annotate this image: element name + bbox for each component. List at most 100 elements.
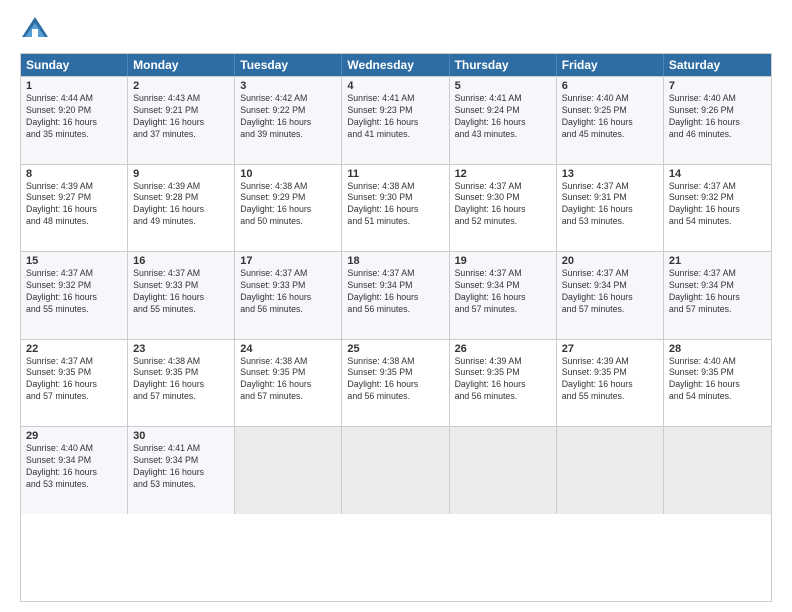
day-header-friday: Friday [557,54,664,76]
day-cell-26: 26Sunrise: 4:39 AM Sunset: 9:35 PM Dayli… [450,340,557,427]
day-number: 5 [455,80,551,92]
day-number: 28 [669,343,766,355]
calendar-row-1: 1Sunrise: 4:44 AM Sunset: 9:20 PM Daylig… [21,76,771,164]
calendar-row-4: 22Sunrise: 4:37 AM Sunset: 9:35 PM Dayli… [21,339,771,427]
day-number: 8 [26,168,122,180]
page: SundayMondayTuesdayWednesdayThursdayFrid… [0,0,792,612]
day-cell-18: 18Sunrise: 4:37 AM Sunset: 9:34 PM Dayli… [342,252,449,339]
day-cell-empty [664,427,771,514]
day-number: 17 [240,255,336,267]
day-cell-21: 21Sunrise: 4:37 AM Sunset: 9:34 PM Dayli… [664,252,771,339]
day-number: 10 [240,168,336,180]
day-info: Sunrise: 4:41 AM Sunset: 9:34 PM Dayligh… [133,443,229,491]
day-cell-24: 24Sunrise: 4:38 AM Sunset: 9:35 PM Dayli… [235,340,342,427]
day-number: 7 [669,80,766,92]
day-info: Sunrise: 4:37 AM Sunset: 9:34 PM Dayligh… [455,268,551,316]
day-number: 12 [455,168,551,180]
day-cell-22: 22Sunrise: 4:37 AM Sunset: 9:35 PM Dayli… [21,340,128,427]
day-cell-empty [557,427,664,514]
day-cell-5: 5Sunrise: 4:41 AM Sunset: 9:24 PM Daylig… [450,77,557,164]
day-cell-empty [342,427,449,514]
day-number: 11 [347,168,443,180]
day-info: Sunrise: 4:37 AM Sunset: 9:34 PM Dayligh… [669,268,766,316]
header [20,15,772,45]
day-number: 22 [26,343,122,355]
day-number: 1 [26,80,122,92]
calendar-header: SundayMondayTuesdayWednesdayThursdayFrid… [21,54,771,76]
day-cell-13: 13Sunrise: 4:37 AM Sunset: 9:31 PM Dayli… [557,165,664,252]
day-info: Sunrise: 4:37 AM Sunset: 9:35 PM Dayligh… [26,356,122,404]
day-number: 4 [347,80,443,92]
day-header-monday: Monday [128,54,235,76]
day-info: Sunrise: 4:39 AM Sunset: 9:27 PM Dayligh… [26,181,122,229]
day-number: 16 [133,255,229,267]
day-info: Sunrise: 4:38 AM Sunset: 9:29 PM Dayligh… [240,181,336,229]
day-cell-12: 12Sunrise: 4:37 AM Sunset: 9:30 PM Dayli… [450,165,557,252]
day-cell-2: 2Sunrise: 4:43 AM Sunset: 9:21 PM Daylig… [128,77,235,164]
day-number: 15 [26,255,122,267]
day-info: Sunrise: 4:40 AM Sunset: 9:35 PM Dayligh… [669,356,766,404]
day-info: Sunrise: 4:39 AM Sunset: 9:35 PM Dayligh… [455,356,551,404]
day-number: 25 [347,343,443,355]
day-info: Sunrise: 4:38 AM Sunset: 9:35 PM Dayligh… [133,356,229,404]
day-info: Sunrise: 4:38 AM Sunset: 9:30 PM Dayligh… [347,181,443,229]
day-info: Sunrise: 4:41 AM Sunset: 9:23 PM Dayligh… [347,93,443,141]
day-info: Sunrise: 4:37 AM Sunset: 9:30 PM Dayligh… [455,181,551,229]
day-cell-27: 27Sunrise: 4:39 AM Sunset: 9:35 PM Dayli… [557,340,664,427]
day-info: Sunrise: 4:40 AM Sunset: 9:25 PM Dayligh… [562,93,658,141]
day-number: 30 [133,430,229,442]
day-cell-29: 29Sunrise: 4:40 AM Sunset: 9:34 PM Dayli… [21,427,128,514]
day-number: 18 [347,255,443,267]
day-header-wednesday: Wednesday [342,54,449,76]
logo-icon [20,15,50,45]
day-cell-empty [235,427,342,514]
day-header-saturday: Saturday [664,54,771,76]
day-number: 9 [133,168,229,180]
day-number: 6 [562,80,658,92]
day-header-tuesday: Tuesday [235,54,342,76]
day-info: Sunrise: 4:38 AM Sunset: 9:35 PM Dayligh… [240,356,336,404]
day-header-thursday: Thursday [450,54,557,76]
day-cell-9: 9Sunrise: 4:39 AM Sunset: 9:28 PM Daylig… [128,165,235,252]
day-cell-3: 3Sunrise: 4:42 AM Sunset: 9:22 PM Daylig… [235,77,342,164]
day-cell-8: 8Sunrise: 4:39 AM Sunset: 9:27 PM Daylig… [21,165,128,252]
day-cell-7: 7Sunrise: 4:40 AM Sunset: 9:26 PM Daylig… [664,77,771,164]
day-cell-25: 25Sunrise: 4:38 AM Sunset: 9:35 PM Dayli… [342,340,449,427]
logo [20,15,54,45]
day-cell-10: 10Sunrise: 4:38 AM Sunset: 9:29 PM Dayli… [235,165,342,252]
day-info: Sunrise: 4:42 AM Sunset: 9:22 PM Dayligh… [240,93,336,141]
calendar-row-5: 29Sunrise: 4:40 AM Sunset: 9:34 PM Dayli… [21,426,771,514]
day-info: Sunrise: 4:39 AM Sunset: 9:35 PM Dayligh… [562,356,658,404]
day-info: Sunrise: 4:37 AM Sunset: 9:34 PM Dayligh… [347,268,443,316]
day-number: 21 [669,255,766,267]
calendar-body: 1Sunrise: 4:44 AM Sunset: 9:20 PM Daylig… [21,76,771,601]
day-cell-17: 17Sunrise: 4:37 AM Sunset: 9:33 PM Dayli… [235,252,342,339]
day-cell-28: 28Sunrise: 4:40 AM Sunset: 9:35 PM Dayli… [664,340,771,427]
day-number: 2 [133,80,229,92]
day-info: Sunrise: 4:37 AM Sunset: 9:34 PM Dayligh… [562,268,658,316]
day-info: Sunrise: 4:37 AM Sunset: 9:31 PM Dayligh… [562,181,658,229]
day-number: 29 [26,430,122,442]
day-info: Sunrise: 4:43 AM Sunset: 9:21 PM Dayligh… [133,93,229,141]
day-info: Sunrise: 4:37 AM Sunset: 9:33 PM Dayligh… [240,268,336,316]
day-number: 24 [240,343,336,355]
day-cell-11: 11Sunrise: 4:38 AM Sunset: 9:30 PM Dayli… [342,165,449,252]
day-info: Sunrise: 4:44 AM Sunset: 9:20 PM Dayligh… [26,93,122,141]
day-cell-19: 19Sunrise: 4:37 AM Sunset: 9:34 PM Dayli… [450,252,557,339]
day-cell-empty [450,427,557,514]
day-info: Sunrise: 4:37 AM Sunset: 9:33 PM Dayligh… [133,268,229,316]
day-info: Sunrise: 4:38 AM Sunset: 9:35 PM Dayligh… [347,356,443,404]
day-number: 26 [455,343,551,355]
day-number: 23 [133,343,229,355]
day-info: Sunrise: 4:41 AM Sunset: 9:24 PM Dayligh… [455,93,551,141]
day-cell-6: 6Sunrise: 4:40 AM Sunset: 9:25 PM Daylig… [557,77,664,164]
day-number: 13 [562,168,658,180]
day-cell-15: 15Sunrise: 4:37 AM Sunset: 9:32 PM Dayli… [21,252,128,339]
day-cell-16: 16Sunrise: 4:37 AM Sunset: 9:33 PM Dayli… [128,252,235,339]
calendar-row-3: 15Sunrise: 4:37 AM Sunset: 9:32 PM Dayli… [21,251,771,339]
day-cell-20: 20Sunrise: 4:37 AM Sunset: 9:34 PM Dayli… [557,252,664,339]
day-info: Sunrise: 4:37 AM Sunset: 9:32 PM Dayligh… [26,268,122,316]
day-info: Sunrise: 4:40 AM Sunset: 9:34 PM Dayligh… [26,443,122,491]
day-header-sunday: Sunday [21,54,128,76]
day-number: 14 [669,168,766,180]
